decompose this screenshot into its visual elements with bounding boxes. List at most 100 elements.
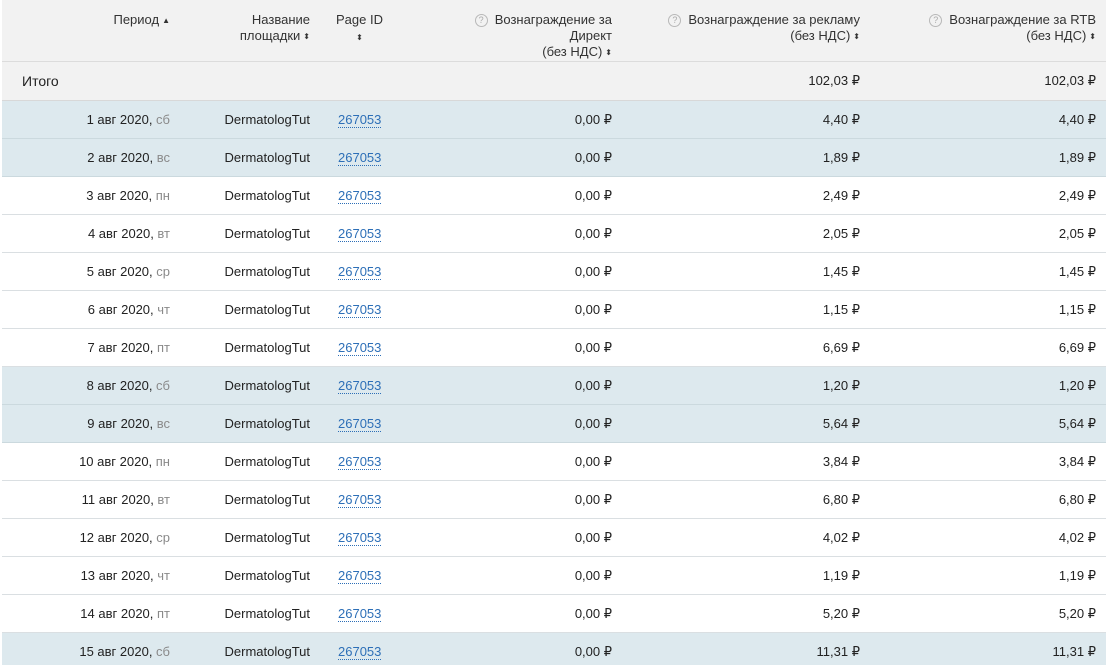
site-name-cell: DermatologTut [180,328,320,367]
page-id-link[interactable]: 267053 [338,644,382,660]
sort-icon[interactable]: ⬍ [303,29,310,45]
page-id-cell: 267053 [320,100,420,139]
sort-asc-icon[interactable]: ▲ [162,13,170,29]
direct-reward-cell: 0,00 ₽ [420,594,622,633]
total-page-id [320,61,420,101]
table-row: 2 авг 2020, вс DermatologTut 267053 0,00 ₽1… [2,138,1106,177]
rtb-reward-cell: 1,19 ₽ [870,556,1106,595]
page-id-link[interactable]: 267053 [338,568,382,584]
sort-icon[interactable]: ⬍ [605,45,612,61]
rtb-reward-cell: 1,45 ₽ [870,252,1106,291]
ads-reward-cell: 4,40 ₽ [622,100,870,139]
date-text: 8 авг 2020, [86,378,153,393]
ads-reward-cell: 1,89 ₽ [622,138,870,177]
ads-reward-cell: 3,84 ₽ [622,442,870,481]
date-text: 10 авг 2020, [79,454,153,469]
page-id-link[interactable]: 267053 [338,530,382,546]
site-name-cell: DermatologTut [180,518,320,557]
rtb-reward-cell: 2,05 ₽ [870,214,1106,253]
column-header-label: (без НДС) [542,44,603,59]
site-name-cell: DermatologTut [180,138,320,177]
table-row: 11 авг 2020, вт DermatologTut 267053 0,00 ₽… [2,480,1106,519]
statistics-table: Период ▲ Название площадки ⬍ Page ID ⬍ ?… [2,0,1106,665]
page-id-link[interactable]: 267053 [338,226,382,242]
column-header-label: Вознаграждение за рекламу [688,12,860,27]
weekday-text: пн [152,188,170,203]
page-id-link[interactable]: 267053 [338,378,382,394]
date-text: 6 авг 2020, [87,302,154,317]
sort-icon[interactable]: ⬍ [1089,29,1096,45]
rtb-reward-cell: 6,69 ₽ [870,328,1106,367]
direct-reward-cell: 0,00 ₽ [420,176,622,215]
column-header-direct-reward[interactable]: ? Вознаграждение за Директ (без НДС) ⬍ [420,0,622,62]
site-name-cell: DermatologTut [180,632,320,665]
rtb-reward-cell: 1,89 ₽ [870,138,1106,177]
period-cell: 12 авг 2020, ср [2,518,180,557]
period-cell: 9 авг 2020, вс [2,404,180,443]
help-icon[interactable]: ? [929,14,943,27]
page-id-link[interactable]: 267053 [338,606,382,622]
page-id-link[interactable]: 267053 [338,416,382,432]
period-cell: 8 авг 2020, сб [2,366,180,405]
period-cell: 10 авг 2020, пн [2,442,180,481]
total-direct-reward [420,61,622,101]
rtb-reward-cell: 1,20 ₽ [870,366,1106,405]
period-cell: 3 авг 2020, пн [2,176,180,215]
help-icon[interactable]: ? [474,14,488,27]
page-id-cell: 267053 [320,594,420,633]
column-header-ads-reward[interactable]: ? Вознаграждение за рекламу (без НДС) ⬍ [622,0,870,62]
site-name-cell: DermatologTut [180,290,320,329]
period-cell: 15 авг 2020, сб [2,632,180,665]
page-id-link[interactable]: 267053 [338,264,382,280]
weekday-text: вт [153,492,170,507]
column-header-label: Вознаграждение за RTB [949,12,1096,27]
weekday-text: пт [153,606,170,621]
rtb-reward-cell: 5,64 ₽ [870,404,1106,443]
sort-icon[interactable]: ⬍ [853,29,860,45]
page-id-link[interactable]: 267053 [338,340,382,356]
rtb-reward-cell: 2,49 ₽ [870,176,1106,215]
table-row: 6 авг 2020, чт DermatologTut 267053 0,00 ₽1… [2,290,1106,329]
column-header-label: (без НДС) [790,28,851,43]
column-header-site-name[interactable]: Название площадки ⬍ [180,0,320,62]
table-row: 10 авг 2020, пн DermatologTut 267053 0,00 ₽… [2,442,1106,481]
rtb-reward-cell: 4,40 ₽ [870,100,1106,139]
table-row: 5 авг 2020, ср DermatologTut 267053 0,00 ₽1… [2,252,1106,291]
page-id-link[interactable]: 267053 [338,302,382,318]
page-id-link[interactable]: 267053 [338,112,382,128]
page-id-link[interactable]: 267053 [338,492,382,508]
page-id-link[interactable]: 267053 [338,188,382,204]
page-id-link[interactable]: 267053 [338,454,382,470]
column-header-page-id[interactable]: Page ID ⬍ [320,0,420,62]
column-header-label: Период [113,12,160,27]
ads-reward-cell: 2,05 ₽ [622,214,870,253]
date-text: 4 авг 2020, [87,226,154,241]
page-id-cell: 267053 [320,556,420,595]
rtb-reward-cell: 1,15 ₽ [870,290,1106,329]
site-name-cell: DermatologTut [180,556,320,595]
weekday-text: сб [152,112,170,127]
ads-reward-cell: 5,20 ₽ [622,594,870,633]
direct-reward-cell: 0,00 ₽ [420,252,622,291]
column-header-period[interactable]: Период ▲ [2,0,180,62]
help-icon[interactable]: ? [668,14,682,27]
sort-icon[interactable]: ⬍ [336,30,383,46]
weekday-text: сб [152,644,170,659]
weekday-text: чт [153,568,170,583]
column-header-label: площадки [239,28,301,43]
rtb-reward-cell: 5,20 ₽ [870,594,1106,633]
period-cell: 2 авг 2020, вс [2,138,180,177]
weekday-text: вт [153,226,170,241]
direct-reward-cell: 0,00 ₽ [420,632,622,665]
page-id-link[interactable]: 267053 [338,150,382,166]
date-text: 14 авг 2020, [80,606,154,621]
direct-reward-cell: 0,00 ₽ [420,366,622,405]
weekday-text: пн [152,454,170,469]
table-row: 7 авг 2020, пт DermatologTut 267053 0,00 ₽6… [2,328,1106,367]
date-text: 7 авг 2020, [87,340,154,355]
date-text: 1 авг 2020, [86,112,153,127]
column-header-rtb-reward[interactable]: ? Вознаграждение за RTB (без НДС) ⬍ [870,0,1106,62]
direct-reward-cell: 0,00 ₽ [420,518,622,557]
column-header-label: (без НДС) [1026,28,1087,43]
column-header-label: Вознаграждение за Директ [494,12,612,43]
